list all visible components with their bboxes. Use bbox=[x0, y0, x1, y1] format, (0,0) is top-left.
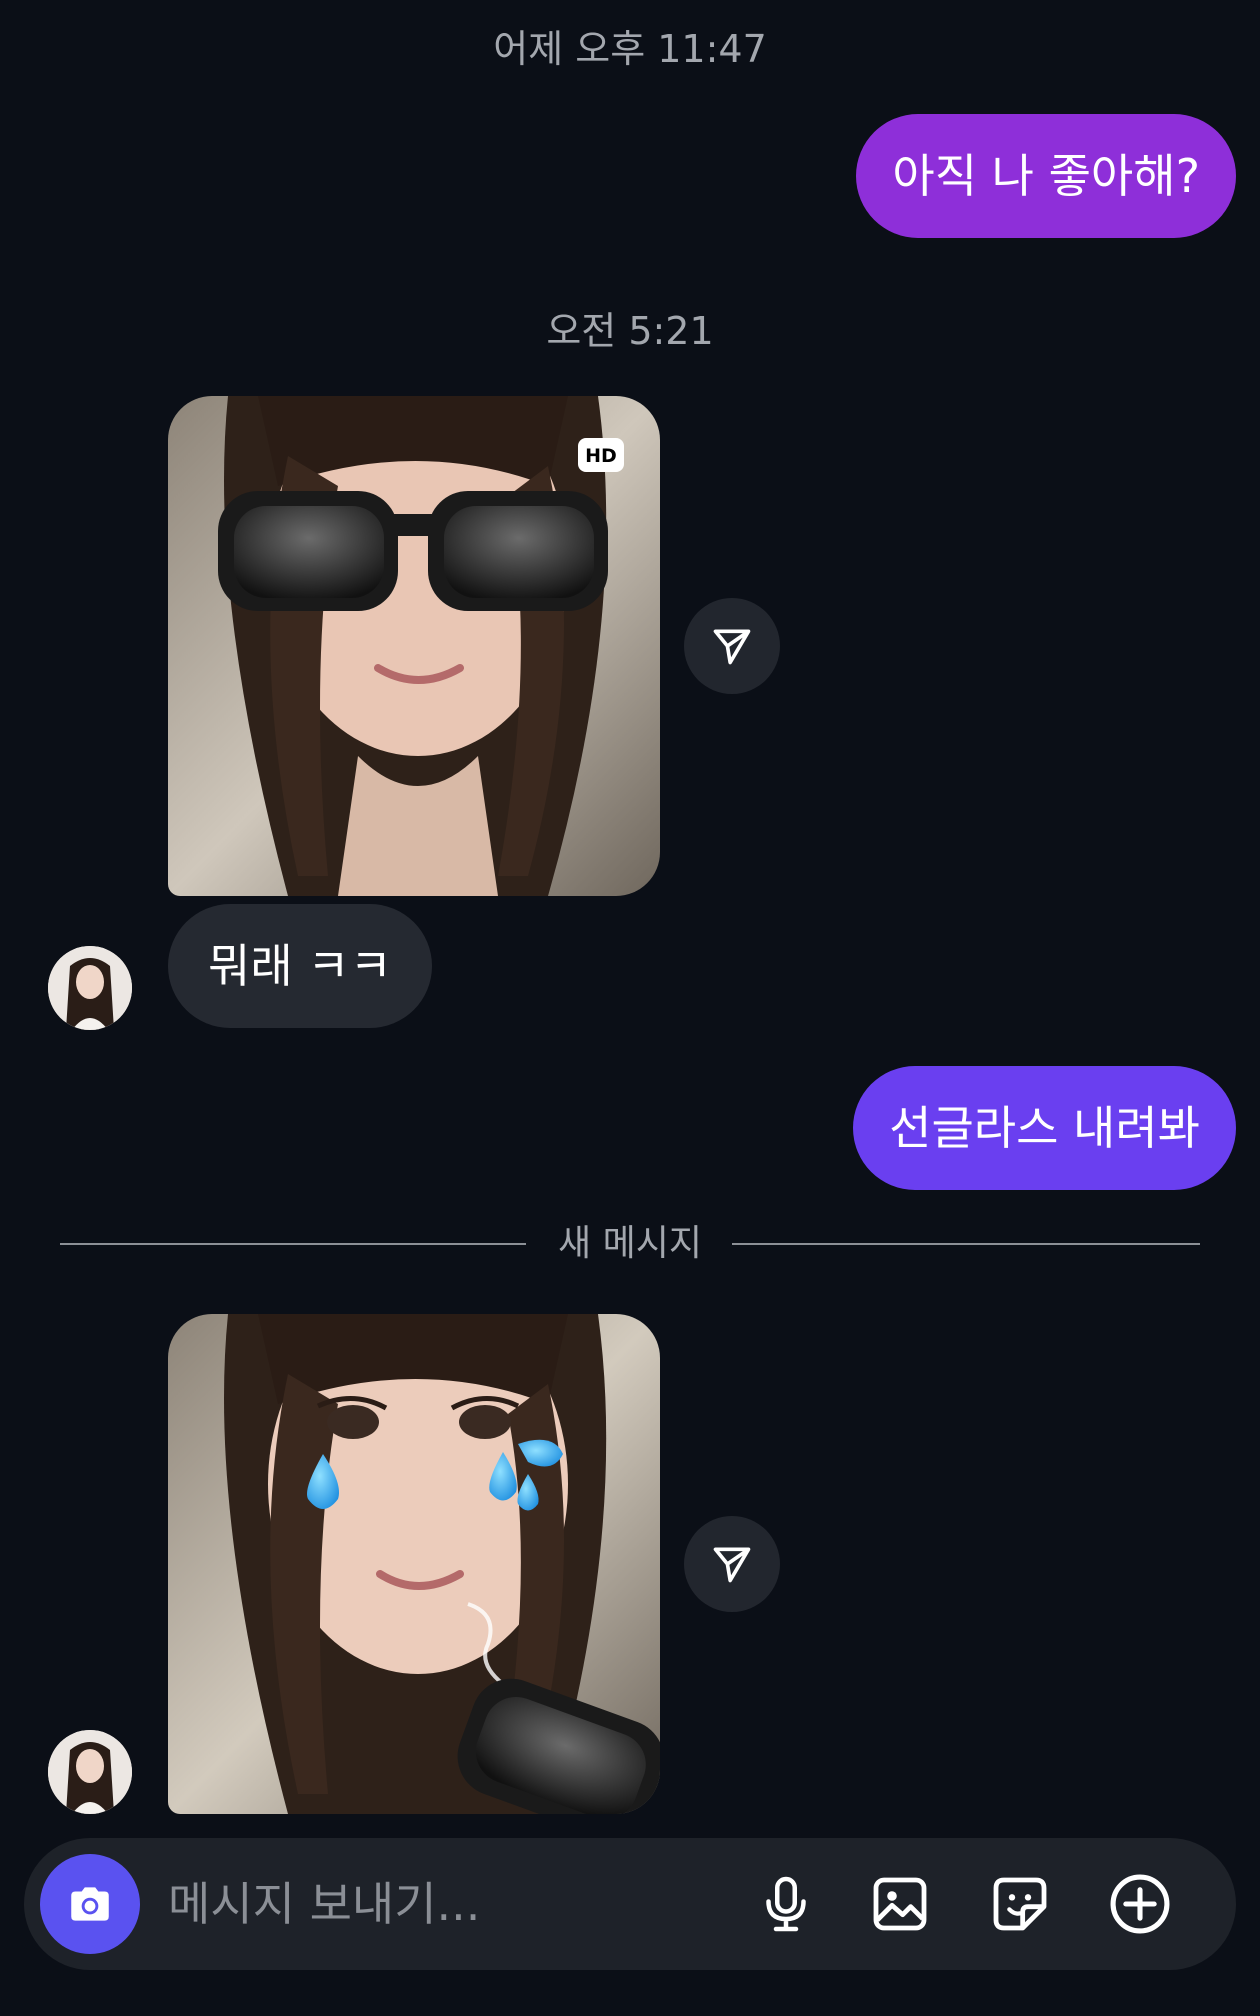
selfie-with-sunglasses-image: HD bbox=[168, 396, 660, 896]
hd-badge: HD bbox=[585, 445, 617, 467]
sticker-icon bbox=[993, 1877, 1047, 1931]
sticker-button[interactable] bbox=[984, 1868, 1056, 1940]
divider-label: 새 메시지 bbox=[558, 1223, 702, 1264]
microphone-button[interactable] bbox=[750, 1868, 822, 1940]
avatar[interactable] bbox=[48, 946, 132, 1030]
profile-picture bbox=[48, 946, 132, 1030]
profile-picture bbox=[48, 1730, 132, 1814]
selfie-with-tears-image bbox=[168, 1314, 660, 1814]
camera-button[interactable] bbox=[40, 1854, 140, 1954]
received-photo[interactable]: HD bbox=[168, 396, 660, 896]
more-button[interactable] bbox=[1104, 1868, 1176, 1940]
gallery-icon bbox=[873, 1877, 927, 1931]
message-input[interactable] bbox=[168, 1838, 728, 1970]
share-button[interactable] bbox=[684, 1516, 780, 1612]
gallery-button[interactable] bbox=[864, 1868, 936, 1940]
timestamp: 어제 오후 11:47 bbox=[493, 27, 767, 71]
outgoing-message[interactable]: 선글라스 내려봐 bbox=[853, 1066, 1236, 1190]
share-button[interactable] bbox=[684, 598, 780, 694]
camera-icon bbox=[71, 1887, 109, 1921]
send-icon bbox=[713, 1547, 751, 1583]
avatar[interactable] bbox=[48, 1730, 132, 1814]
new-messages-divider: 새 메시지 bbox=[60, 1224, 1200, 1264]
message-composer bbox=[24, 1838, 1236, 1970]
timestamp: 오전 5:21 bbox=[546, 309, 714, 353]
plus-icon bbox=[1110, 1874, 1170, 1934]
received-photo[interactable] bbox=[168, 1314, 660, 1814]
outgoing-message[interactable]: 아직 나 좋아해? bbox=[856, 114, 1236, 238]
incoming-message[interactable]: 뭐래 ㅋㅋ bbox=[168, 904, 432, 1028]
microphone-icon bbox=[766, 1876, 806, 1932]
send-icon bbox=[713, 629, 751, 665]
